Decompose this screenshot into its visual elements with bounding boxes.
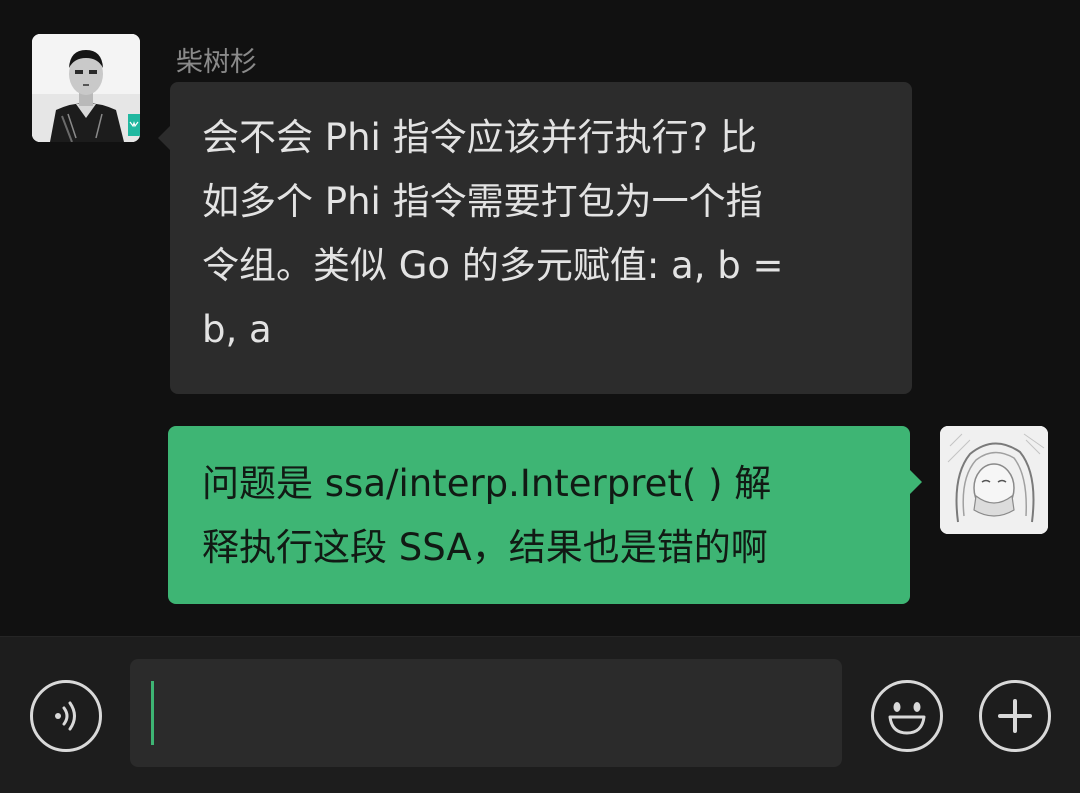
person-photo-avatar-icon: [32, 34, 140, 142]
message-input-field[interactable]: [130, 659, 842, 767]
voice-mode-icon: [55, 701, 76, 731]
self-avatar[interactable]: [940, 426, 1048, 534]
voice-input-button[interactable]: [30, 680, 102, 752]
outgoing-message-bubble[interactable]: 问题是 ssa/interp.Interpret( ) 解 释执行这段 SSA，…: [168, 426, 922, 604]
sender-avatar[interactable]: [32, 34, 140, 142]
message-text-line: 如多个 Phi 指令需要打包为一个指: [202, 180, 763, 223]
text-cursor: [151, 681, 154, 745]
message-text-line: 问题是 ssa/interp.Interpret( ) 解: [202, 462, 772, 505]
message-text-line: b, a: [202, 308, 272, 351]
incoming-message-bubble[interactable]: 会不会 Phi 指令应该并行执行? 比 如多个 Phi 指令需要打包为一个指 令…: [158, 82, 912, 394]
emoji-icon: [888, 702, 926, 735]
message-text-line: 释执行这段 SSA，结果也是错的啊: [202, 526, 768, 569]
emoji-button[interactable]: [871, 680, 943, 752]
message-text-line: 令组。类似 Go 的多元赋值: a, b =: [202, 244, 784, 287]
more-actions-button[interactable]: [979, 680, 1051, 752]
sender-name: 柴树杉: [176, 47, 257, 78]
chat-message-list: 柴树杉 会不会 Phi 指令应该并行执行? 比 如多个 Phi 指令需要打包为一…: [0, 0, 1080, 636]
sketch-portrait-avatar-icon: [940, 426, 1048, 534]
message-text-line: 会不会 Phi 指令应该并行执行? 比: [202, 116, 757, 159]
